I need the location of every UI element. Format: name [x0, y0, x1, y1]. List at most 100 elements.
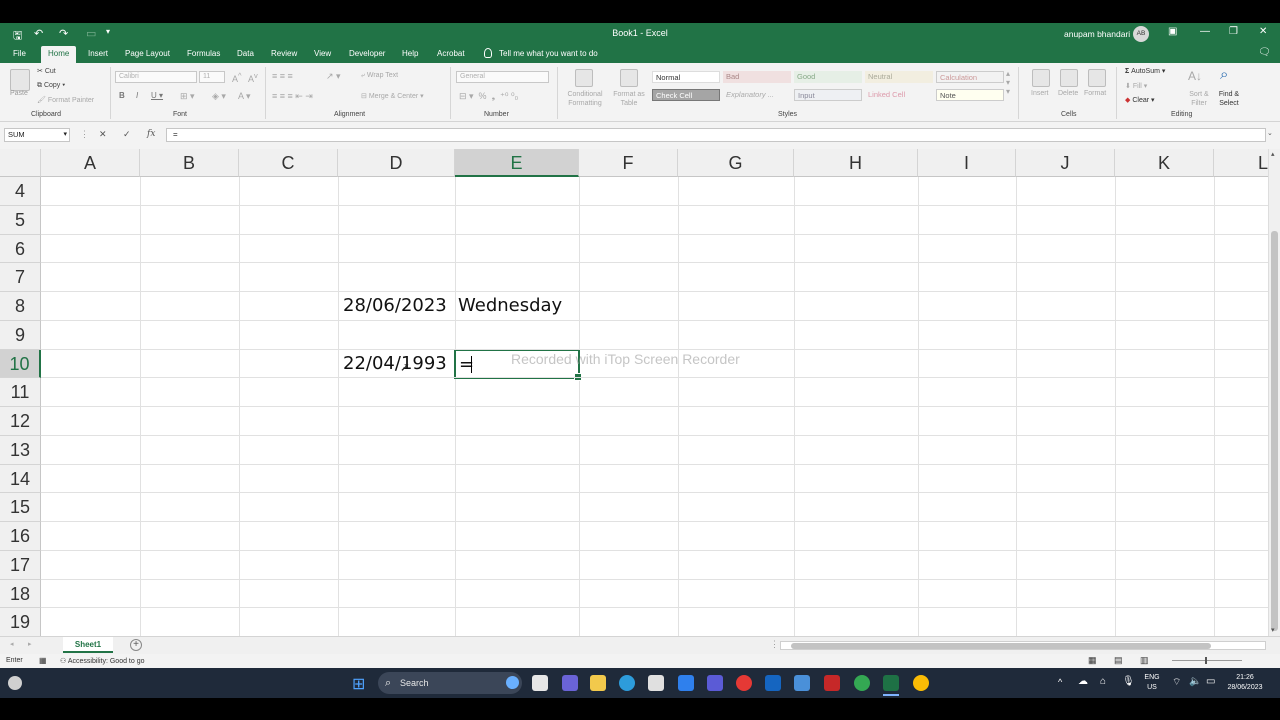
- grow-font-icon[interactable]: A^: [232, 71, 242, 84]
- find-select-button[interactable]: Find & Select: [1214, 90, 1244, 108]
- row-header-4[interactable]: 4: [0, 177, 41, 206]
- cell-d8[interactable]: 28/06/2023: [343, 295, 447, 316]
- underline-button[interactable]: U ▾: [151, 91, 163, 100]
- chrome-profile-icon[interactable]: [913, 675, 929, 691]
- accessibility-status[interactable]: ⚇ Accessibility: Good to go: [60, 657, 145, 665]
- zoom-slider[interactable]: [1172, 660, 1242, 661]
- sort-filter-button[interactable]: Sort & Filter: [1185, 90, 1213, 108]
- column-header-l[interactable]: L: [1214, 149, 1268, 177]
- merge-center-button[interactable]: ⊟ Merge & Center ▾: [361, 92, 424, 100]
- recorder-icon[interactable]: [824, 675, 840, 691]
- style-explanatory[interactable]: Explanatory ...: [723, 89, 791, 101]
- column-header-f[interactable]: F: [579, 149, 678, 177]
- style-bad[interactable]: Bad: [723, 71, 791, 83]
- insert-cells-icon[interactable]: [1032, 69, 1050, 87]
- tab-home[interactable]: Home: [41, 46, 77, 63]
- fill-button[interactable]: ⬇ Fill ▾: [1125, 82, 1147, 90]
- paste-button[interactable]: Paste: [10, 90, 28, 97]
- row-header-16[interactable]: 16: [0, 522, 41, 551]
- mic-icon[interactable]: 🎙: [1122, 676, 1135, 687]
- align-top-icon[interactable]: ≡ ≡ ≡: [272, 71, 293, 81]
- cloud-icon[interactable]: ☁: [1078, 676, 1088, 687]
- scroll-up-icon[interactable]: ▴: [1271, 150, 1275, 158]
- column-header-k[interactable]: K: [1115, 149, 1214, 177]
- row-header-18[interactable]: 18: [0, 580, 41, 608]
- font-color-icon[interactable]: A ▾: [238, 91, 251, 102]
- task-view-icon[interactable]: [532, 675, 548, 691]
- delete-cells-icon[interactable]: [1060, 69, 1078, 87]
- cancel-entry-icon[interactable]: ✕: [99, 129, 107, 140]
- delete-cells-button[interactable]: Delete: [1058, 90, 1078, 97]
- clear-button[interactable]: ◆ Clear ▾: [1125, 96, 1155, 104]
- style-input[interactable]: Input: [794, 89, 862, 101]
- vertical-scroll-thumb[interactable]: [1271, 231, 1278, 631]
- sheet-tab-sheet1[interactable]: Sheet1: [63, 637, 113, 653]
- battery-icon[interactable]: ▭: [1206, 676, 1215, 687]
- tab-developer[interactable]: Developer: [349, 49, 385, 58]
- language-indicator[interactable]: ENG US: [1140, 673, 1164, 693]
- cell-d10[interactable]: 22/04/1993: [343, 353, 447, 374]
- row-header-11[interactable]: 11: [0, 378, 41, 407]
- user-name[interactable]: anupam bhandari: [1064, 29, 1130, 39]
- photos-icon[interactable]: [794, 675, 810, 691]
- column-header-b[interactable]: B: [140, 149, 239, 177]
- cell-e8[interactable]: Wednesday: [458, 295, 562, 316]
- tab-file[interactable]: File: [13, 49, 26, 58]
- tab-data[interactable]: Data: [237, 49, 254, 58]
- sheet-nav-prev-icon[interactable]: ◂: [10, 640, 14, 648]
- maximize-icon[interactable]: ❐: [1229, 26, 1238, 37]
- excel-icon[interactable]: [883, 675, 899, 691]
- horizontal-scrollbar[interactable]: [780, 641, 1266, 650]
- add-sheet-icon[interactable]: +: [130, 639, 142, 651]
- vertical-scrollbar[interactable]: ▴ ▾: [1268, 149, 1280, 636]
- outlook-icon[interactable]: [765, 675, 781, 691]
- row-header-13[interactable]: 13: [0, 436, 41, 465]
- comments-icon[interactable]: 🗨: [1258, 47, 1271, 58]
- tray-overflow-icon[interactable]: ^: [1058, 677, 1062, 687]
- store-icon[interactable]: [648, 675, 664, 691]
- macro-record-icon[interactable]: ▦: [39, 656, 47, 665]
- accounting-icon[interactable]: ⊟ ▾ % ❟ ⁺⁰ ⁰₀: [459, 91, 518, 102]
- format-as-table-icon[interactable]: [620, 69, 638, 87]
- style-check-cell[interactable]: Check Cell: [652, 89, 720, 101]
- zoom-slider-thumb[interactable]: [1205, 657, 1207, 664]
- row-header-8[interactable]: 8: [0, 292, 41, 321]
- avatar[interactable]: AB: [1133, 26, 1149, 42]
- edge-icon[interactable]: [619, 675, 635, 691]
- tab-insert[interactable]: Insert: [88, 49, 108, 58]
- page-layout-view-icon[interactable]: ▤: [1114, 655, 1123, 666]
- copy-button[interactable]: ⧉ Copy ▾: [37, 82, 65, 90]
- find-icon[interactable]: ⌕: [1220, 66, 1228, 83]
- row-header-10[interactable]: 10: [0, 350, 41, 378]
- worksheet-grid[interactable]: A B C D E F G H I J K L 28/06/2023 Wedne…: [0, 149, 1268, 636]
- row-header-17[interactable]: 17: [0, 551, 41, 580]
- tab-formulas[interactable]: Formulas: [187, 49, 220, 58]
- sort-filter-icon[interactable]: A↓: [1188, 69, 1202, 83]
- row-header-9[interactable]: 9: [0, 321, 41, 350]
- font-name-box[interactable]: Calibri: [115, 71, 197, 83]
- shrink-font-icon[interactable]: Av: [248, 71, 258, 84]
- clock[interactable]: 21:26 28/06/2023: [1222, 673, 1268, 693]
- windows-start-icon[interactable]: ⊞: [352, 674, 365, 694]
- column-header-g[interactable]: G: [678, 149, 794, 177]
- teams-icon[interactable]: [562, 675, 578, 691]
- borders-icon[interactable]: ⊞ ▾: [180, 91, 195, 102]
- style-normal[interactable]: Normal: [652, 71, 720, 83]
- chrome-icon[interactable]: [854, 675, 870, 691]
- number-format-box[interactable]: General: [456, 71, 549, 83]
- column-header-e[interactable]: E: [455, 149, 579, 177]
- style-note[interactable]: Note: [936, 89, 1004, 101]
- column-header-j[interactable]: J: [1016, 149, 1115, 177]
- row-header-15[interactable]: 15: [0, 493, 41, 522]
- app-icon[interactable]: [707, 675, 723, 691]
- tell-me-search[interactable]: Tell me what you want to do: [484, 48, 598, 58]
- row-header-19[interactable]: 19: [0, 608, 41, 636]
- split-handle-icon[interactable]: ⋮: [770, 639, 779, 650]
- style-neutral[interactable]: Neutral: [865, 71, 933, 83]
- wifi-icon[interactable]: ⌔: [1172, 676, 1181, 689]
- expand-formula-bar-icon[interactable]: ⌄: [1267, 129, 1273, 137]
- bold-button[interactable]: B: [119, 91, 125, 100]
- file-explorer-icon[interactable]: [590, 675, 606, 691]
- opera-icon[interactable]: [736, 675, 752, 691]
- volume-icon[interactable]: 🔈: [1189, 676, 1201, 687]
